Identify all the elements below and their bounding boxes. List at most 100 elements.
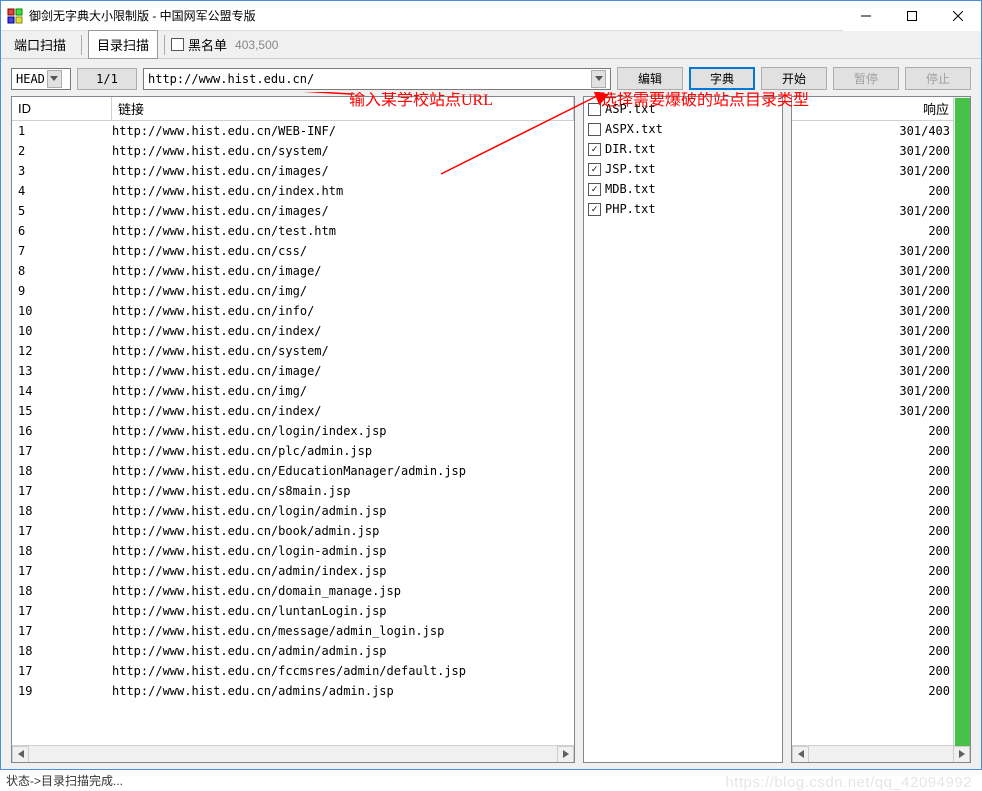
resp-row[interactable]: 200 <box>792 561 970 581</box>
resp-row[interactable]: 301/403 <box>792 121 970 141</box>
table-row[interactable]: 5http://www.hist.edu.cn/images/ <box>12 201 574 221</box>
resp-row[interactable]: 301/200 <box>792 261 970 281</box>
scroll-track[interactable] <box>809 746 953 763</box>
cell-id: 6 <box>12 224 112 238</box>
table-row[interactable]: 10http://www.hist.edu.cn/index/ <box>12 321 574 341</box>
dict-item[interactable]: ✓PHP.txt <box>588 199 778 219</box>
col-header-url[interactable]: 链接 <box>112 97 574 120</box>
table-row[interactable]: 14http://www.hist.edu.cn/img/ <box>12 381 574 401</box>
table-row[interactable]: 7http://www.hist.edu.cn/css/ <box>12 241 574 261</box>
resp-row[interactable]: 200 <box>792 641 970 661</box>
vscrollbar[interactable] <box>953 97 970 745</box>
table-row[interactable]: 17http://www.hist.edu.cn/admin/index.jsp <box>12 561 574 581</box>
maximize-button[interactable] <box>889 1 935 31</box>
dict-checkbox[interactable]: ✓ <box>588 163 601 176</box>
resp-row[interactable]: 200 <box>792 441 970 461</box>
col-header-resp[interactable]: 响应 <box>792 97 970 120</box>
table-row[interactable]: 17http://www.hist.edu.cn/plc/admin.jsp <box>12 441 574 461</box>
resp-row[interactable]: 301/200 <box>792 361 970 381</box>
dict-checkbox[interactable]: ✓ <box>588 143 601 156</box>
hscrollbar[interactable] <box>792 745 970 762</box>
resp-row[interactable]: 200 <box>792 181 970 201</box>
dict-item[interactable]: ASPX.txt <box>588 119 778 139</box>
table-row[interactable]: 8http://www.hist.edu.cn/image/ <box>12 261 574 281</box>
dict-item[interactable]: ASP.txt <box>588 99 778 119</box>
table-row[interactable]: 18http://www.hist.edu.cn/admin/admin.jsp <box>12 641 574 661</box>
resp-row[interactable]: 301/200 <box>792 341 970 361</box>
minimize-button[interactable] <box>843 1 889 31</box>
resp-row[interactable]: 301/200 <box>792 161 970 181</box>
table-row[interactable]: 18http://www.hist.edu.cn/login/admin.jsp <box>12 501 574 521</box>
scroll-left-icon[interactable] <box>792 746 809 763</box>
dict-checkbox[interactable]: ✓ <box>588 203 601 216</box>
cell-id: 1 <box>12 124 112 138</box>
method-select[interactable]: HEAD <box>11 68 71 90</box>
table-row[interactable]: 15http://www.hist.edu.cn/index/ <box>12 401 574 421</box>
table-row[interactable]: 10http://www.hist.edu.cn/info/ <box>12 301 574 321</box>
blacklist-checkbox[interactable] <box>171 38 184 51</box>
resp-row[interactable]: 301/200 <box>792 321 970 341</box>
resp-row[interactable]: 200 <box>792 521 970 541</box>
dict-checkbox[interactable] <box>588 103 601 116</box>
table-row[interactable]: 12http://www.hist.edu.cn/system/ <box>12 341 574 361</box>
cell-id: 16 <box>12 424 112 438</box>
resp-row[interactable]: 200 <box>792 221 970 241</box>
response-body[interactable]: 301/403301/200301/200200301/200200301/20… <box>792 121 970 745</box>
resp-row[interactable]: 301/200 <box>792 401 970 421</box>
table-row[interactable]: 3http://www.hist.edu.cn/images/ <box>12 161 574 181</box>
close-button[interactable] <box>935 1 981 31</box>
start-button[interactable]: 开始 <box>761 67 827 90</box>
tab-dir-scan[interactable]: 目录扫描 <box>88 30 158 59</box>
table-row[interactable]: 17http://www.hist.edu.cn/fccmsres/admin/… <box>12 661 574 681</box>
resp-row[interactable]: 301/200 <box>792 381 970 401</box>
resp-row[interactable]: 200 <box>792 661 970 681</box>
col-header-id[interactable]: ID <box>12 97 112 120</box>
resp-row[interactable]: 301/200 <box>792 301 970 321</box>
dict-item[interactable]: ✓DIR.txt <box>588 139 778 159</box>
table-row[interactable]: 4http://www.hist.edu.cn/index.htm <box>12 181 574 201</box>
blacklist-input[interactable] <box>231 36 301 54</box>
url-input[interactable] <box>148 72 589 86</box>
scroll-left-icon[interactable] <box>12 746 29 763</box>
resp-row[interactable]: 200 <box>792 621 970 641</box>
dict-item[interactable]: ✓JSP.txt <box>588 159 778 179</box>
table-row[interactable]: 17http://www.hist.edu.cn/book/admin.jsp <box>12 521 574 541</box>
resp-row[interactable]: 200 <box>792 601 970 621</box>
chevron-down-icon[interactable] <box>591 70 606 88</box>
resp-row[interactable]: 200 <box>792 421 970 441</box>
resp-row[interactable]: 301/200 <box>792 141 970 161</box>
dict-button[interactable]: 字典 <box>689 67 755 90</box>
dict-checkbox[interactable]: ✓ <box>588 183 601 196</box>
table-row[interactable]: 18http://www.hist.edu.cn/domain_manage.j… <box>12 581 574 601</box>
resp-row[interactable]: 301/200 <box>792 201 970 221</box>
dict-checkbox[interactable] <box>588 123 601 136</box>
resp-row[interactable]: 301/200 <box>792 281 970 301</box>
edit-button[interactable]: 编辑 <box>617 67 683 90</box>
table-row[interactable]: 18http://www.hist.edu.cn/login-admin.jsp <box>12 541 574 561</box>
scroll-right-icon[interactable] <box>953 746 970 763</box>
table-row[interactable]: 16http://www.hist.edu.cn/login/index.jsp <box>12 421 574 441</box>
table-row[interactable]: 1http://www.hist.edu.cn/WEB-INF/ <box>12 121 574 141</box>
table-row[interactable]: 2http://www.hist.edu.cn/system/ <box>12 141 574 161</box>
resp-row[interactable]: 200 <box>792 501 970 521</box>
resp-row[interactable]: 200 <box>792 581 970 601</box>
results-body[interactable]: 1http://www.hist.edu.cn/WEB-INF/2http://… <box>12 121 574 745</box>
table-row[interactable]: 17http://www.hist.edu.cn/luntanLogin.jsp <box>12 601 574 621</box>
table-row[interactable]: 17http://www.hist.edu.cn/s8main.jsp <box>12 481 574 501</box>
resp-row[interactable]: 200 <box>792 461 970 481</box>
table-row[interactable]: 18http://www.hist.edu.cn/EducationManage… <box>12 461 574 481</box>
table-row[interactable]: 17http://www.hist.edu.cn/message/admin_l… <box>12 621 574 641</box>
resp-row[interactable]: 200 <box>792 681 970 701</box>
dict-item[interactable]: ✓MDB.txt <box>588 179 778 199</box>
scroll-track[interactable] <box>29 746 557 763</box>
table-row[interactable]: 19http://www.hist.edu.cn/admins/admin.js… <box>12 681 574 701</box>
tab-port-scan[interactable]: 端口扫描 <box>5 30 75 59</box>
hscrollbar[interactable] <box>12 745 574 762</box>
resp-row[interactable]: 200 <box>792 481 970 501</box>
table-row[interactable]: 13http://www.hist.edu.cn/image/ <box>12 361 574 381</box>
resp-row[interactable]: 200 <box>792 541 970 561</box>
scroll-right-icon[interactable] <box>557 746 574 763</box>
resp-row[interactable]: 301/200 <box>792 241 970 261</box>
table-row[interactable]: 9http://www.hist.edu.cn/img/ <box>12 281 574 301</box>
table-row[interactable]: 6http://www.hist.edu.cn/test.htm <box>12 221 574 241</box>
